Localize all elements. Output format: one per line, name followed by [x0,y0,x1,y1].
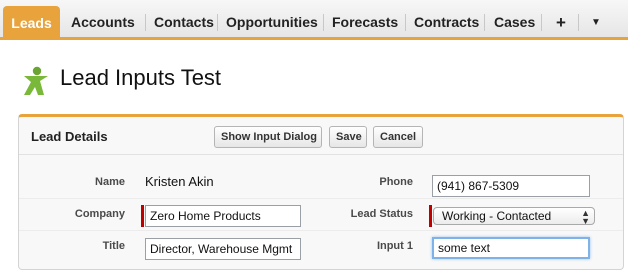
phone-field[interactable]: (941) 867-5309 [432,175,590,197]
company-field[interactable]: Zero Home Products [145,205,301,227]
phone-label: Phone [379,176,413,188]
show-input-dialog-button[interactable]: Show Input Dialog [214,126,322,148]
tab-bar: Leads Accounts Contacts Opportunities Fo… [0,0,628,40]
lead-status-label: Lead Status [350,208,413,220]
save-button[interactable]: Save [329,126,367,148]
cancel-button[interactable]: Cancel [373,126,423,148]
tab-leads[interactable]: Leads [3,6,60,40]
field-row: Title Director, Warehouse Mgmt Input 1 s… [19,231,623,263]
tab-divider [578,14,579,31]
name-value: Kristen Akin [145,174,214,189]
tab-contacts[interactable]: Contacts [146,8,222,37]
input1-field[interactable]: some text [432,237,590,259]
field-row: Company Zero Home Products Lead Status W… [19,199,623,231]
add-tab-button[interactable]: + [548,8,574,37]
title-label: Title [102,240,125,252]
required-indicator [429,205,432,227]
tab-opportunities[interactable]: Opportunities [218,8,326,37]
company-label: Company [74,208,125,220]
tab-contracts[interactable]: Contracts [406,8,487,37]
tab-cases[interactable]: Cases [486,8,543,37]
tab-divider [541,14,542,31]
tab-accounts[interactable]: Accounts [63,8,143,37]
tab-forecasts[interactable]: Forecasts [324,8,406,37]
lead-person-icon [24,66,48,95]
lead-status-select[interactable]: Working - Contacted ▲ ▼ [433,207,595,226]
page-title: Lead Inputs Test [60,65,222,90]
name-label: Name [95,176,125,188]
required-indicator [141,205,144,227]
input1-label: Input 1 [376,240,413,252]
field-row: Name Kristen Akin Phone (941) 867-5309 [19,167,623,199]
title-field[interactable]: Director, Warehouse Mgmt [145,238,301,260]
more-tabs-chevron-icon[interactable]: ▼ [583,8,609,37]
lead-details-panel: Lead Details Show Input Dialog Save Canc… [18,114,624,270]
panel-header: Lead Details Show Input Dialog Save Canc… [19,117,623,155]
panel-title: Lead Details [31,129,108,144]
tab-divider [484,14,485,31]
updown-arrows-icon: ▲ ▼ [581,208,590,226]
lead-status-selected-value: Working - Contacted [442,209,552,223]
